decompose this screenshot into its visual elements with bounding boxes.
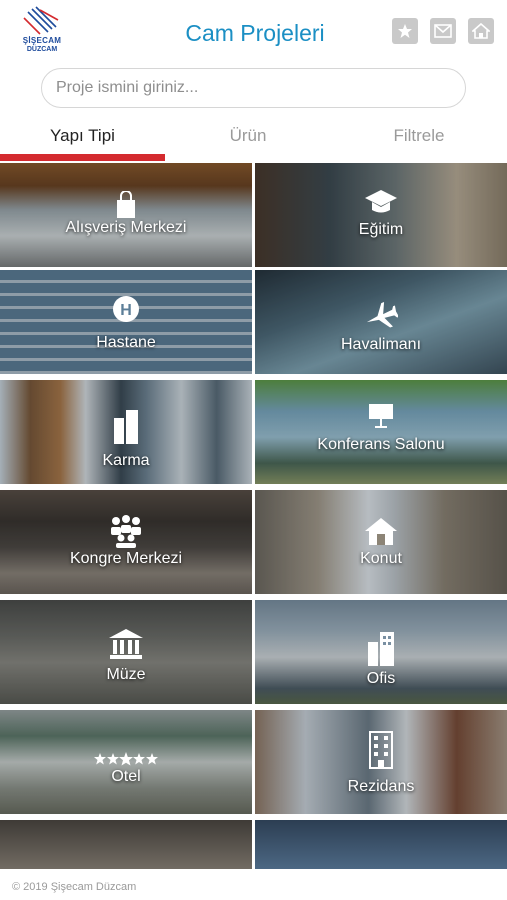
favorites-button[interactable] <box>392 18 418 44</box>
copyright-text: © 2019 Şişecam Düzcam <box>12 881 137 893</box>
tab-product[interactable]: Ürün <box>165 116 331 156</box>
app-header: ŞİŞECAM DÜZCAM Cam Projeleri <box>0 0 507 64</box>
shopping-bag-icon <box>117 191 135 218</box>
category-tile-partial-right[interactable] <box>255 820 507 869</box>
category-label: Hastane <box>96 334 156 351</box>
active-tab-indicator <box>0 154 165 161</box>
category-label: Alışveriş Merkezi <box>65 219 187 236</box>
project-search-box[interactable] <box>41 68 466 108</box>
category-tile-hospital[interactable]: H Hastane <box>0 270 252 374</box>
home-button[interactable] <box>468 18 494 44</box>
category-label: Ofis <box>366 670 396 687</box>
sisecam-logo[interactable]: ŞİŞECAM DÜZCAM <box>14 6 70 56</box>
category-label: Konferans Salonu <box>317 436 445 453</box>
category-tile-office[interactable]: Ofis <box>255 600 507 704</box>
residence-icon <box>369 731 393 769</box>
tab-building-type[interactable]: Yapı Tipi <box>0 116 165 156</box>
logo-brand-text: ŞİŞECAM <box>22 36 62 45</box>
category-tile-education[interactable]: Eğitim <box>255 163 507 267</box>
office-building-icon <box>368 632 394 666</box>
star-icon <box>398 24 412 38</box>
category-tile-shopping-mall[interactable]: Alışveriş Merkezi <box>0 163 252 267</box>
category-label: Kongre Merkezi <box>69 550 183 567</box>
category-tile-mixed-use[interactable]: Karma <box>0 380 252 484</box>
category-tile-residence[interactable]: Rezidans <box>255 710 507 814</box>
stars-icon <box>94 752 158 766</box>
buildings-icon <box>114 410 138 444</box>
logo-sub-text: DÜZCAM <box>26 46 58 53</box>
category-tile-airport[interactable]: Havalimanı <box>255 270 507 374</box>
house-icon <box>365 518 397 545</box>
logo-mark-icon <box>23 6 59 35</box>
category-label: Konut <box>360 550 402 567</box>
category-label: Eğitim <box>358 221 404 238</box>
home-icon <box>472 22 490 39</box>
mail-button[interactable] <box>430 18 456 44</box>
category-label: Karma <box>102 452 150 469</box>
category-tile-housing[interactable]: Konut <box>255 490 507 594</box>
category-tile-hotel[interactable]: Otel <box>0 710 252 814</box>
hospital-icon: H <box>113 296 139 322</box>
svg-text:H: H <box>120 302 132 319</box>
airplane-icon <box>366 302 398 328</box>
category-tile-partial-left[interactable] <box>0 820 252 869</box>
footer: © 2019 Şişecam Düzcam <box>0 869 507 900</box>
page-title: Cam Projeleri <box>185 20 325 46</box>
category-tile-conference-hall[interactable]: Konferans Salonu <box>255 380 507 484</box>
people-group-icon <box>111 515 141 548</box>
category-label: Rezidans <box>347 778 415 795</box>
museum-icon <box>109 629 143 659</box>
category-grid: Alışveriş Merkezi Eğitim H Hastane Haval… <box>0 163 507 869</box>
tab-filter[interactable]: Filtrele <box>331 116 507 156</box>
graduation-cap-icon <box>365 190 397 213</box>
mail-icon <box>434 24 452 38</box>
project-search-input[interactable] <box>56 69 451 107</box>
category-tile-museum[interactable]: Müze <box>0 600 252 704</box>
category-tile-congress-center[interactable]: Kongre Merkezi <box>0 490 252 594</box>
presentation-icon <box>369 404 393 428</box>
category-label: Havalimanı <box>340 336 422 353</box>
category-label: Otel <box>111 768 141 785</box>
category-label: Müze <box>106 666 146 683</box>
